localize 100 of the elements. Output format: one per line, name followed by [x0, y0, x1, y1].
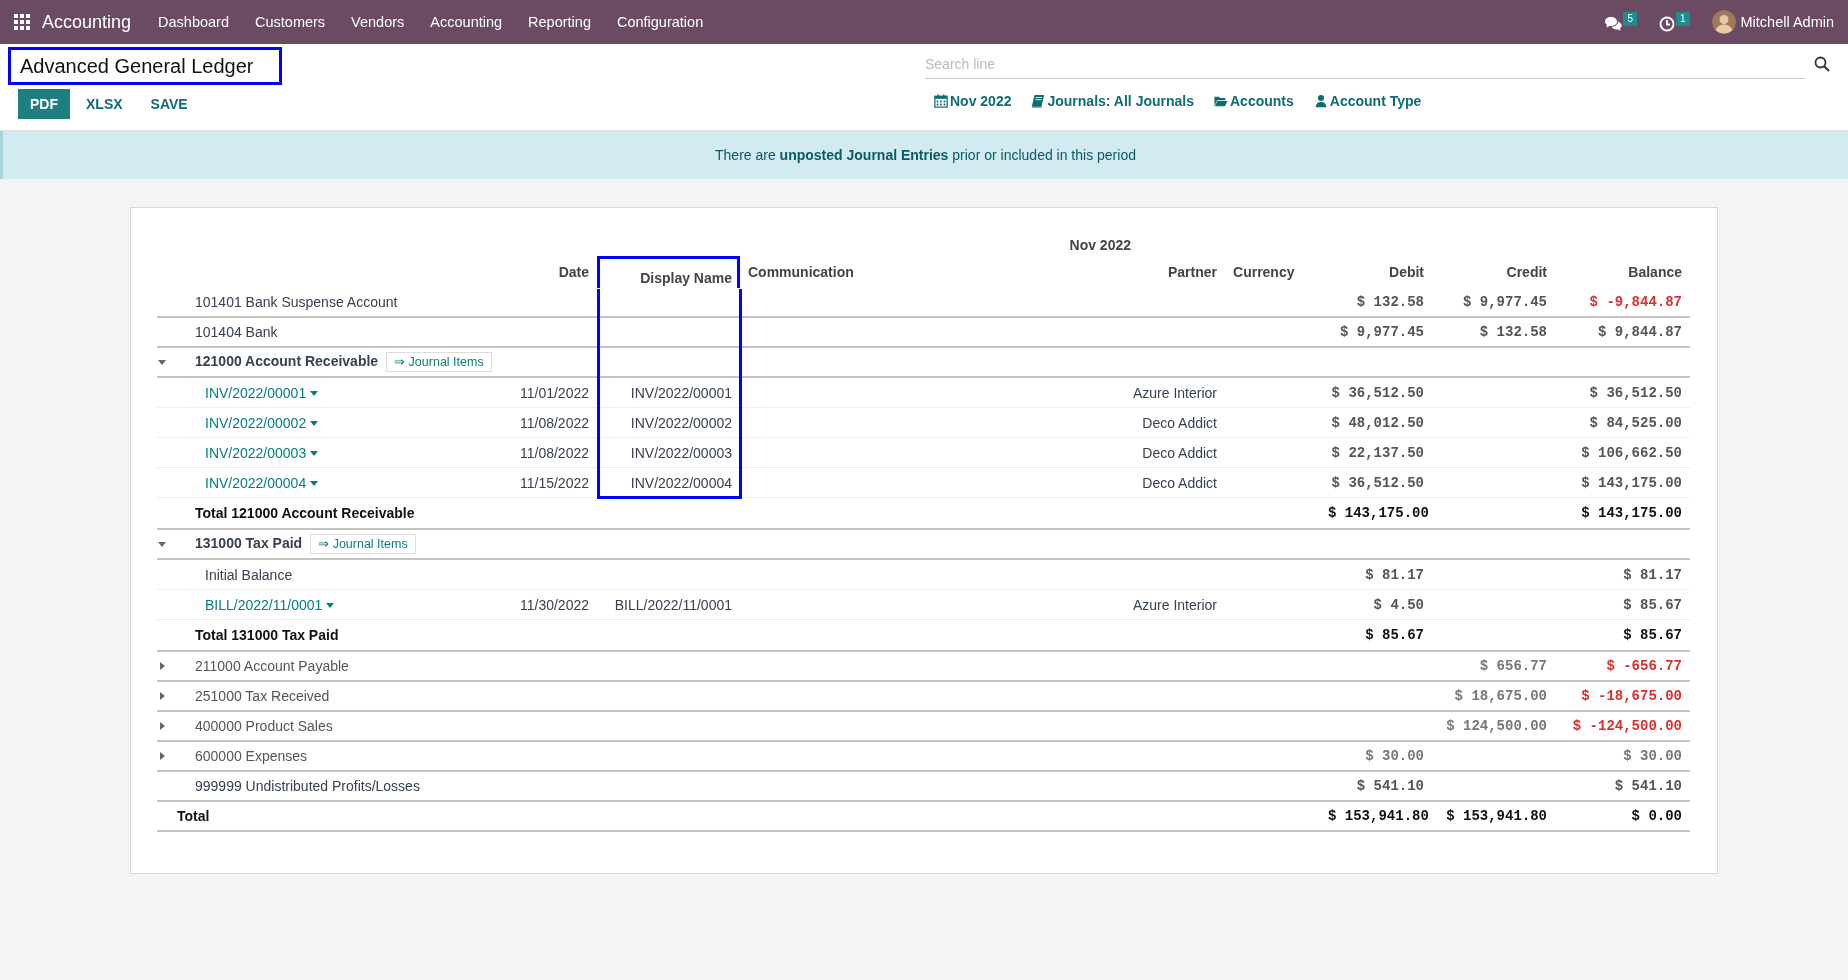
table-cell: 11/08/2022 [467, 437, 597, 468]
subtotal-label: Total 121000 Account Receivable [187, 497, 1100, 529]
table-cell: $ -9,844.87 [1555, 288, 1690, 317]
entry-link[interactable]: INV/2022/00003 [205, 444, 320, 461]
menu-item[interactable]: Vendors [338, 14, 418, 30]
table-cell: INV/2022/00003 [597, 437, 740, 468]
table-cell: $ 48,012.50 [1320, 407, 1432, 438]
entry-link[interactable]: BILL/2022/11/0001 [205, 596, 336, 613]
avatar-icon[interactable] [1711, 10, 1736, 34]
table-cell: Azure Interior [1100, 589, 1225, 620]
table-cell: $ 84,525.00 [1555, 407, 1690, 438]
account-name[interactable]: 400000 Product Sales [195, 718, 333, 734]
table-cell: 11/30/2022 [467, 589, 597, 620]
account-name[interactable]: 251000 Tax Received [195, 688, 330, 704]
table-cell: $ 85.67 [1555, 589, 1690, 620]
table-cell: $ 30.00 [1320, 741, 1432, 771]
total-label: Total [157, 801, 1100, 831]
table-cell: INV/2022/00004 [597, 467, 740, 498]
table-cell: $ -18,675.00 [1555, 681, 1690, 711]
column-header: Credit [1505, 263, 1548, 282]
calendar-icon [934, 94, 948, 108]
table-cell: INV/2022/00001 [597, 377, 740, 408]
filter-button[interactable]: Journals: All Journals [1031, 93, 1194, 109]
table-cell: $ 30.00 [1555, 741, 1690, 771]
table-cell: $ 541.10 [1320, 771, 1432, 801]
column-header: Currency [1232, 263, 1296, 282]
app-name-link[interactable]: Accounting [42, 11, 132, 33]
table-cell: $ 85.67 [1555, 619, 1690, 651]
account-name[interactable]: 121000 Account Receivable [195, 353, 379, 369]
user-name[interactable]: Mitchell Admin [1740, 14, 1834, 30]
menu-item[interactable]: Accounting [417, 14, 516, 30]
expand-caret-icon[interactable] [157, 751, 167, 761]
menu-item[interactable]: Dashboard [145, 14, 242, 30]
table-cell: $ -124,500.00 [1555, 711, 1690, 741]
table-cell: Deco Addict [1100, 407, 1225, 438]
chat-icon [1604, 16, 1623, 32]
export-button[interactable]: XLSX [74, 89, 135, 119]
filter-button[interactable]: Account Type [1313, 93, 1422, 109]
table-cell: $ 81.17 [1555, 559, 1690, 590]
table-cell: 11/01/2022 [467, 377, 597, 408]
journal-items-button[interactable]: ⇒ Journal Items [386, 352, 492, 372]
table-cell: $ 0.00 [1555, 801, 1690, 831]
table-cell: $ 132.58 [1432, 317, 1555, 347]
user-icon [1313, 94, 1328, 108]
menu-item[interactable]: Reporting [515, 14, 604, 30]
account-name[interactable]: 999999 Undistributed Profits/Losses [195, 778, 420, 794]
column-header: Partner [1167, 263, 1218, 282]
table-cell: $ 143,175.00 [1555, 497, 1690, 529]
menu-item[interactable]: Configuration [603, 14, 717, 30]
table-cell: $ 36,512.50 [1320, 377, 1432, 408]
message-count-badge: 5 [1623, 12, 1637, 26]
expand-caret-icon[interactable] [157, 661, 167, 671]
table-cell: $ 132.58 [1320, 288, 1432, 317]
subtotal-label: Total 131000 Tax Paid [187, 619, 1100, 651]
collapse-caret-icon[interactable] [157, 357, 167, 367]
table-cell: BILL/2022/11/0001 [597, 589, 740, 620]
entry-link[interactable]: INV/2022/00004 [205, 474, 320, 491]
table-cell: $ 81.17 [1320, 559, 1432, 590]
activity-count-badge: 1 [1675, 12, 1690, 26]
account-name[interactable]: 211000 Account Payable [195, 658, 349, 674]
menu-item[interactable]: Customers [242, 14, 339, 30]
folder-icon [1214, 94, 1228, 108]
table-cell: Deco Addict [1100, 467, 1225, 498]
account-name[interactable]: 101401 Bank Suspense Account [195, 294, 398, 310]
search-icon [1814, 56, 1830, 72]
period-header: Nov 2022 [740, 234, 1225, 256]
table-cell: 11/08/2022 [467, 407, 597, 438]
page-title: Advanced General Ledger [8, 47, 282, 85]
entry-link[interactable]: INV/2022/00002 [205, 414, 320, 431]
account-name[interactable]: 101404 Bank [195, 324, 278, 340]
table-cell: $ 9,844.87 [1555, 317, 1690, 347]
expand-caret-icon[interactable] [157, 721, 167, 731]
book-icon [1031, 94, 1046, 108]
table-cell: $ -656.77 [1555, 651, 1690, 681]
alert-message: There are unposted Journal Entries prior or included in this period [715, 147, 1136, 163]
table-cell: $ 85.67 [1320, 619, 1432, 651]
primary-button[interactable]: PDF [18, 89, 70, 119]
table-cell: INV/2022/00002 [597, 407, 740, 438]
table-cell: Azure Interior [1100, 377, 1225, 408]
journal-items-button[interactable]: ⇒ Journal Items [310, 534, 416, 554]
table-cell: $ 124,500.00 [1432, 711, 1555, 741]
table-cell: $ 143,175.00 [1555, 467, 1690, 498]
apps-grid-icon[interactable] [14, 14, 30, 30]
table-cell: $ 656.77 [1432, 651, 1555, 681]
column-header: Debit [1388, 263, 1425, 282]
table-cell: $ 4.50 [1320, 589, 1432, 620]
entry-link[interactable]: INV/2022/00001 [205, 384, 320, 401]
table-cell: $ 153,941.80 [1320, 801, 1432, 831]
account-name[interactable]: 131000 Tax Paid [195, 535, 303, 551]
table-cell: $ 9,977.45 [1432, 288, 1555, 317]
account-name[interactable]: 600000 Expenses [195, 748, 308, 764]
filter-button[interactable]: Accounts [1214, 93, 1294, 109]
collapse-caret-icon[interactable] [157, 539, 167, 549]
clock-icon [1658, 16, 1675, 32]
initial-balance-label: Initial Balance [205, 566, 293, 583]
table-cell: $ 9,977.45 [1320, 317, 1432, 347]
search-field[interactable]: Search line [925, 49, 1805, 79]
filter-button[interactable]: Nov 2022 [934, 93, 1012, 109]
export-button[interactable]: SAVE [138, 89, 200, 119]
expand-caret-icon[interactable] [157, 691, 167, 701]
